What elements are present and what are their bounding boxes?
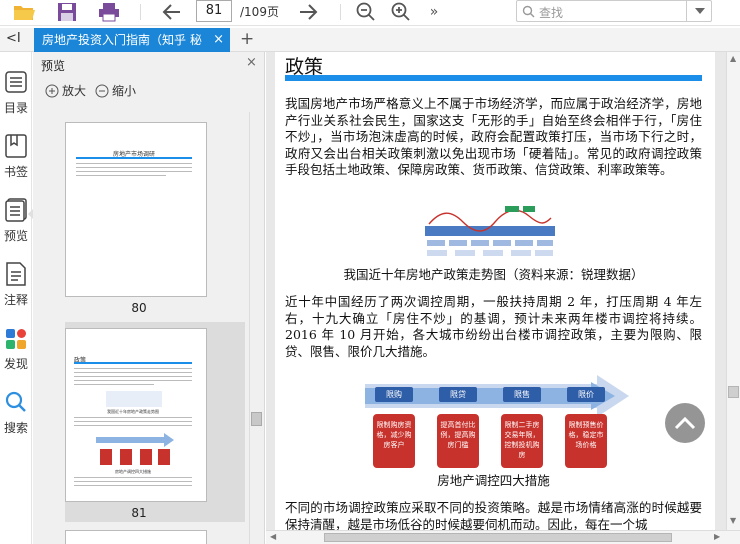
rail-label: 书签 [3,165,28,179]
rail-item-toc[interactable]: 目录 [0,70,32,116]
measure-tag: 限价 [567,387,605,402]
rail-item-search[interactable]: 搜索 [0,390,32,436]
thumbnail-image [65,530,207,544]
horizontal-scrollbar-thumb[interactable] [324,533,672,542]
thumbnail-zoom-in-button[interactable]: 放大 [45,82,86,99]
chevron-up-icon [674,416,696,430]
thumbnail-scrollbar-thumb[interactable] [251,412,262,426]
discover-icon [6,329,26,349]
document-page: 政策 我国房地产市场严格意义上不属于市场经济学，而应属于政治经济学，房地产行业关… [275,52,715,530]
bookmark-icon [5,134,27,158]
thumbnail-page-81[interactable]: 政策 我国近十年房地产政策走势图 房地产调控四大措施 81 [65,328,213,520]
collapse-sidebar-button[interactable]: <I [6,31,21,46]
figure-2-caption: 房地产调控四大措施 [437,473,550,488]
page-number-input[interactable]: 81 [196,0,232,22]
heading-rule [285,75,702,81]
rail-label: 发现 [3,357,28,371]
close-tab-icon[interactable]: × [213,28,224,52]
thumbnail-page-80[interactable]: 房地产市场调研 80 [65,122,213,315]
search-icon [522,5,535,18]
thumbnail-scrollbar[interactable] [249,112,263,544]
back-to-top-button[interactable] [665,403,705,443]
measure-card: 限制二手房交易年限，控制投机购房 [501,414,543,468]
new-tab-button[interactable]: + [240,29,254,49]
previous-page-icon[interactable] [160,0,184,24]
tab-bar: <I 房地产投资入门指南（知乎 秘 × + [0,28,740,52]
thumbnail-page-number: 80 [131,301,147,315]
chevron-down-icon [695,8,705,14]
scroll-down-icon[interactable]: ▼ [730,516,736,525]
thumbnail-diagram [96,433,174,465]
paragraph-3: 不同的市场调控政策应采取不同的投资策略。越是市场情绪高涨的时候越要保持清醒，越是… [285,500,702,530]
document-vertical-scrollbar[interactable]: ▲ ▼ [726,52,740,530]
thumbnail-page-next[interactable] [65,530,213,544]
close-panel-icon[interactable]: × [246,55,257,70]
preview-panel-header: 预览 × [33,52,265,76]
four-measures-figure: 限购限制购房资格，减少购房客户 限贷提高首付比例，提高购房门槛 限售限制二手房交易年… [363,374,633,470]
zoom-in-icon [45,84,59,97]
measure-tag: 限售 [503,387,541,402]
paragraph-2: 近十年中国经历了两次调控周期，一般扶持周期 2 年，打压周期 4 年左右，十九大… [285,294,702,359]
print-icon[interactable] [96,0,122,24]
rail-label: 搜索 [3,421,28,435]
rail-item-discover[interactable]: 发现 [0,326,32,372]
rail-label: 目录 [3,101,28,115]
thumbnail-image: 房地产市场调研 [65,122,207,297]
rail-item-annotation[interactable]: 注释 [0,262,32,308]
measure-card: 提高首付比例，提高购房门槛 [437,414,479,468]
save-icon[interactable] [55,0,79,24]
open-folder-icon[interactable] [10,0,38,24]
preview-panel: 预览 × 放大 缩小 房地产市场调研 80 政策 我国近十年房地产政策走势图 房… [33,52,265,544]
thumbnail-diagram-caption: 房地产调控四大措施 [115,469,151,474]
toolbar: 81 /109页 » 查找 [0,0,740,26]
search-icon [5,391,26,412]
thumbnail-zoom-out-button[interactable]: 缩小 [95,82,136,99]
measure-tag: 限购 [375,387,413,402]
zoom-in-label: 放大 [62,84,87,98]
list-icon [5,71,27,93]
paragraph-1: 我国房地产市场严格意义上不属于市场经济学，而应属于政治经济学，房地产行业关系社会… [285,96,702,177]
document-tab-title: 房地产投资入门指南（知乎 秘 [42,33,202,47]
measure-tag: 限贷 [439,387,477,402]
scroll-up-icon[interactable]: ▲ [730,54,736,63]
thumbnail-chart [106,391,162,407]
rail-label: 注释 [3,293,28,307]
preview-panel-title: 预览 [41,59,66,73]
next-page-icon[interactable] [296,0,320,24]
thumbnail-chart-caption: 我国近十年房地产政策走势图 [107,409,159,414]
rail-label: 预览 [3,229,28,243]
scroll-left-icon[interactable]: ◀ [270,532,276,541]
left-rail: 目录 书签 预览 注释 发现 搜索 [0,52,34,544]
zoom-out-icon [95,84,109,97]
rail-item-bookmark[interactable]: 书签 [0,134,32,180]
annotation-icon [6,262,26,286]
rail-item-preview[interactable]: 预览 [0,198,32,244]
more-icon[interactable]: » [424,0,444,24]
zoom-out-label: 缩小 [112,84,137,98]
thumbnail-list: 房地产市场调研 80 政策 我国近十年房地产政策走势图 房地产调控四大措施 81 [33,112,249,544]
search-dropdown-button[interactable] [686,0,712,22]
thumbnail-page-number: 81 [131,506,147,520]
search-input[interactable]: 查找 [539,4,563,21]
figure-1-caption: 我国近十年房地产政策走势图（资料来源：锐理数据） [343,267,644,282]
policy-trend-figure [425,206,555,256]
document-horizontal-scrollbar[interactable]: ◀ ▶ [266,530,740,544]
preview-icon [5,198,27,222]
zoom-out-icon[interactable] [354,0,378,24]
search-box[interactable]: 查找 [516,0,712,22]
page-total: /109页 [240,5,279,19]
thumbnail-image: 政策 我国近十年房地产政策走势图 房地产调控四大措施 [65,328,207,502]
scroll-right-icon[interactable]: ▶ [714,532,720,541]
document-scrollbar-thumb[interactable] [728,386,739,398]
measure-card: 限制购房资格，减少购房客户 [373,414,415,468]
measure-card: 限制预售价格，稳定市场价格 [565,414,607,468]
document-tab[interactable]: 房地产投资入门指南（知乎 秘 × [34,28,230,52]
zoom-in-icon[interactable] [389,0,413,24]
